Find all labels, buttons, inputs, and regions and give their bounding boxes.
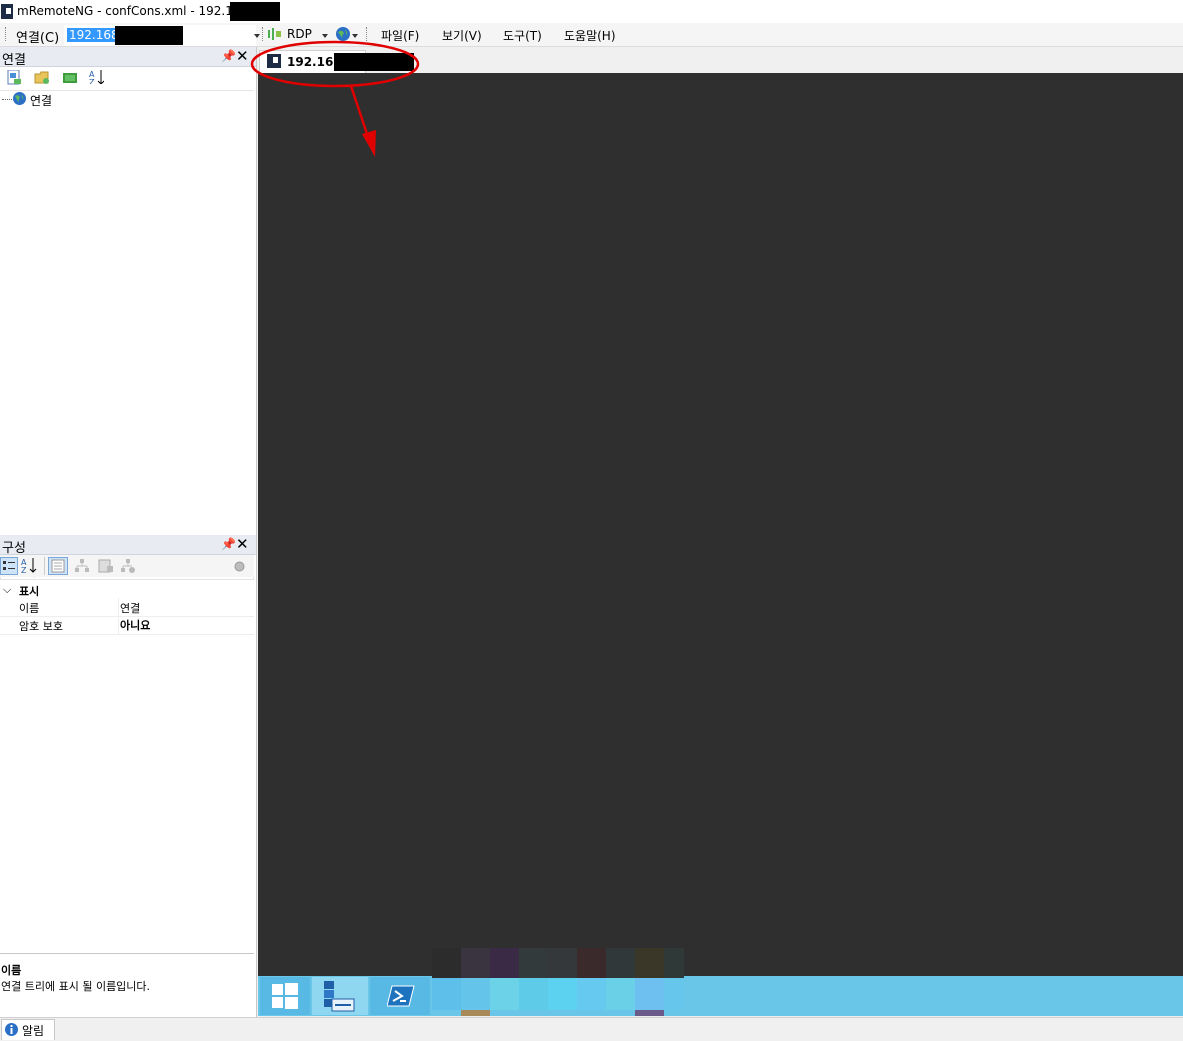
divider bbox=[44, 557, 45, 575]
property-description-text: 연결 트리에 표시 될 이름입니다. bbox=[1, 980, 151, 993]
default-inheritance-icon[interactable] bbox=[120, 559, 136, 573]
menu-view[interactable]: 보기(V) bbox=[442, 27, 482, 44]
quick-connect-dropdown-icon[interactable] bbox=[254, 34, 260, 38]
svg-text:Z: Z bbox=[21, 566, 27, 575]
annotation-arrow-line bbox=[349, 85, 371, 141]
toolbar-grip[interactable] bbox=[5, 27, 8, 41]
collapse-chevron-icon[interactable]: ⌵ bbox=[3, 583, 11, 597]
windows-icon bbox=[272, 983, 298, 1009]
property-category: 표시 bbox=[19, 585, 40, 598]
sort-az-icon[interactable]: A Z bbox=[21, 557, 39, 575]
default-properties-icon[interactable] bbox=[98, 559, 114, 573]
protocol-dropdown-icon[interactable] bbox=[322, 34, 328, 38]
main-toolbar: 연결(C) 192.168 RDP 파일(F) 보기(V) 도구(T) 도움말(… bbox=[0, 23, 1183, 47]
globe-dropdown-icon[interactable] bbox=[352, 34, 358, 38]
close-icon[interactable]: ✕ bbox=[236, 535, 249, 553]
mremoteng-app-icon bbox=[1, 4, 13, 19]
toolbar-grip[interactable] bbox=[366, 27, 369, 41]
server-manager-taskbar-button[interactable] bbox=[312, 977, 368, 1015]
remote-taskbar bbox=[258, 976, 1183, 1016]
sort-az-icon[interactable]: A Z bbox=[89, 69, 104, 84]
tree-connector bbox=[2, 99, 12, 101]
status-dot-icon bbox=[234, 561, 245, 572]
window-title: mRemoteNG - confCons.xml - 192.168 bbox=[17, 4, 249, 18]
redacted-block bbox=[115, 26, 183, 45]
expand-all-icon[interactable] bbox=[62, 70, 77, 85]
protocol-button[interactable]: RDP bbox=[287, 27, 312, 41]
pin-icon[interactable]: 📌 bbox=[221, 49, 236, 63]
property-value[interactable]: 연결 bbox=[120, 600, 140, 616]
annotation-overlay bbox=[250, 40, 420, 157]
property-description-title: 이름 bbox=[1, 964, 22, 977]
title-bar: mRemoteNG - confCons.xml - 192.168 bbox=[0, 0, 1183, 23]
inheritance-icon[interactable] bbox=[74, 559, 90, 573]
info-icon bbox=[5, 1023, 18, 1036]
properties-view-icon[interactable] bbox=[48, 557, 68, 575]
divider bbox=[0, 90, 254, 91]
property-name: 암호 보호 bbox=[19, 620, 63, 633]
annotation-arrow-head bbox=[362, 130, 376, 157]
svg-text:Z: Z bbox=[89, 78, 95, 84]
menu-tools[interactable]: 도구(T) bbox=[503, 27, 542, 44]
server-manager-icon bbox=[324, 981, 355, 1012]
pin-icon[interactable]: 📌 bbox=[221, 537, 236, 551]
quick-connect-input[interactable]: 192.168 bbox=[64, 25, 256, 46]
config-panel-header: 구성 📌 ✕ bbox=[0, 535, 256, 556]
status-bar: 알림 bbox=[0, 1017, 1183, 1041]
config-toolbar: A Z bbox=[0, 555, 254, 577]
menu-help[interactable]: 도움말(H) bbox=[564, 27, 616, 44]
redacted-block bbox=[230, 2, 280, 21]
alerts-tab-label: 알림 bbox=[22, 1024, 45, 1038]
new-folder-icon[interactable] bbox=[34, 70, 49, 85]
categorized-view-icon[interactable] bbox=[0, 557, 18, 575]
pixelated-redaction bbox=[432, 948, 684, 1016]
close-icon[interactable]: ✕ bbox=[236, 47, 249, 65]
quick-connect-value: 192.168 bbox=[67, 28, 121, 42]
powershell-icon bbox=[387, 985, 415, 1007]
annotation-ellipse bbox=[250, 40, 420, 88]
powershell-taskbar-button[interactable] bbox=[370, 977, 430, 1015]
divider bbox=[0, 953, 254, 954]
toolbar-grip[interactable] bbox=[262, 27, 265, 41]
alerts-tab[interactable]: 알림 bbox=[1, 1019, 55, 1040]
connections-panel-header: 연결 📌 ✕ bbox=[0, 47, 256, 68]
property-value[interactable]: 아니요 bbox=[120, 617, 150, 633]
property-row[interactable]: 이름 연결 bbox=[0, 598, 254, 617]
left-panel: 연결 📌 ✕ A Z 연결 검색 구성 📌 ✕ bbox=[0, 47, 257, 1017]
connections-panel-title: 연결 bbox=[2, 53, 26, 68]
tree-root-connections[interactable]: 연결 bbox=[30, 92, 52, 109]
property-row[interactable]: 암호 보호 아니요 bbox=[0, 616, 254, 635]
remote-desktop-view[interactable] bbox=[258, 73, 1183, 976]
connections-menu-label[interactable]: 연결(C) bbox=[16, 27, 59, 46]
globe-icon bbox=[13, 92, 26, 105]
new-connection-icon[interactable] bbox=[7, 70, 22, 85]
start-button[interactable] bbox=[260, 977, 310, 1015]
config-panel-title: 구성 bbox=[2, 541, 26, 556]
property-name: 이름 bbox=[19, 602, 40, 615]
rdp-protocol-icon bbox=[268, 28, 281, 40]
